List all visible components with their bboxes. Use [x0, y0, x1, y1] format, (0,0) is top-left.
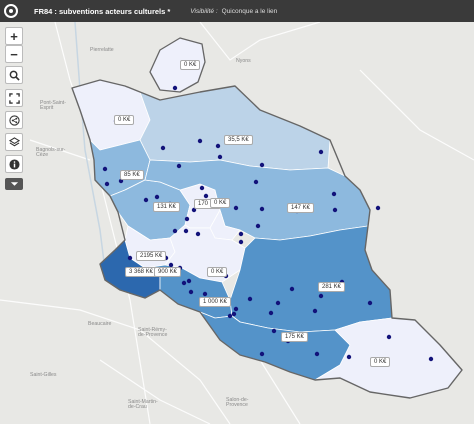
map-point-marker[interactable]	[203, 193, 209, 199]
visibility-label: Visibilité :	[190, 7, 218, 15]
layers-button[interactable]	[5, 133, 23, 151]
map-canvas[interactable]: Pierrelatte Nyons Pont-Saint- Esprit Bag…	[0, 22, 474, 424]
value-label-isle[interactable]: 0 K€	[207, 267, 228, 277]
map-point-marker[interactable]	[233, 205, 239, 211]
map-layer[interactable]	[0, 22, 474, 424]
map-point-marker[interactable]	[271, 328, 277, 334]
place-saint-gilles: Saint-Gilles	[30, 372, 57, 378]
value-label-bollene[interactable]: 85 K€	[120, 170, 144, 180]
place-beaucaire: Beaucaire	[88, 321, 112, 327]
value-label-valreas[interactable]: 0 K€	[180, 60, 201, 70]
map-point-marker[interactable]	[215, 143, 221, 149]
map-point-marker[interactable]	[428, 356, 434, 362]
value-label-avignon-b[interactable]: 900 K€	[154, 267, 182, 277]
fullscreen-icon	[8, 92, 20, 104]
map-point-marker[interactable]	[186, 278, 192, 284]
region-layer[interactable]	[71, 37, 463, 399]
value-label-avignon-a[interactable]: 3 368 K€	[125, 267, 158, 277]
map-point-marker[interactable]	[332, 207, 338, 213]
map-point-marker[interactable]	[233, 306, 239, 312]
value-label-cavaillon[interactable]: 1 000 K€	[199, 297, 232, 307]
map-point-marker[interactable]	[199, 185, 205, 191]
map-point-marker[interactable]	[188, 289, 194, 295]
place-pont-saint-esprit: Pont-Saint- Esprit	[40, 100, 66, 112]
visibility-value[interactable]: Quiconque a le lien	[222, 8, 278, 15]
chevron-down-icon	[10, 182, 18, 186]
map-point-marker[interactable]	[227, 313, 233, 319]
zoom-in-button[interactable]: +	[5, 27, 23, 45]
value-label-pertuis-e[interactable]: 0 K€	[370, 357, 391, 367]
map-point-marker[interactable]	[238, 231, 244, 237]
map-point-marker[interactable]	[231, 311, 237, 317]
top-bar: FR84 : subventions acteurs culturels * V…	[0, 0, 474, 22]
map-point-marker[interactable]	[275, 300, 281, 306]
value-label-mormoiron[interactable]: 147 K€	[287, 203, 315, 213]
map-point-marker[interactable]	[184, 216, 190, 222]
map-point-marker[interactable]	[367, 300, 373, 306]
legend-toggle-button[interactable]	[5, 178, 23, 190]
map-point-marker[interactable]	[238, 239, 244, 245]
map-point-marker[interactable]	[195, 231, 201, 237]
value-label-orange[interactable]: 131 K€	[153, 202, 181, 212]
map-point-marker[interactable]	[217, 154, 223, 160]
map-point-marker[interactable]	[255, 223, 261, 229]
value-label-sorgues[interactable]: 2195 K€	[136, 251, 167, 261]
share-button[interactable]	[5, 111, 23, 129]
place-nyons: Nyons	[236, 58, 251, 64]
value-label-vaison[interactable]: 35,5 K€	[224, 135, 253, 145]
value-label-apt[interactable]: 281 K€	[318, 282, 346, 292]
map-point-marker[interactable]	[289, 286, 295, 292]
info-button[interactable]	[5, 155, 23, 173]
map-point-marker[interactable]	[160, 145, 166, 151]
place-saint-martin: Saint-Martin- de-Crau	[128, 399, 158, 411]
app-logo-icon[interactable]	[0, 0, 22, 22]
map-point-marker[interactable]	[312, 308, 318, 314]
value-label-carpentras-e[interactable]: 0 K€	[210, 198, 231, 208]
map-point-marker[interactable]	[259, 206, 265, 212]
region-apt	[229, 225, 393, 333]
map-point-marker[interactable]	[346, 354, 352, 360]
map-point-marker[interactable]	[127, 255, 133, 261]
layers-icon	[8, 136, 20, 146]
map-point-marker[interactable]	[314, 351, 320, 357]
map-point-marker[interactable]	[386, 334, 392, 340]
map-point-marker[interactable]	[104, 181, 110, 187]
fullscreen-button[interactable]	[5, 89, 23, 107]
map-point-marker[interactable]	[183, 228, 189, 234]
map-point-marker[interactable]	[143, 197, 149, 203]
map-point-marker[interactable]	[375, 205, 381, 211]
map-point-marker[interactable]	[318, 293, 324, 299]
map-point-marker[interactable]	[331, 191, 337, 197]
share-icon	[8, 114, 20, 126]
map-point-marker[interactable]	[102, 166, 108, 172]
map-point-marker[interactable]	[197, 138, 203, 144]
map-point-marker[interactable]	[176, 163, 182, 169]
place-bagnols: Bagnols-sur- Cèze	[36, 147, 66, 159]
value-label-pertuis-w[interactable]: 175 K€	[281, 332, 309, 342]
map-point-marker[interactable]	[253, 179, 259, 185]
map-point-marker[interactable]	[154, 194, 160, 200]
place-pierrelatte: Pierrelatte	[90, 47, 114, 53]
map-point-marker[interactable]	[259, 162, 265, 168]
search-icon	[9, 70, 20, 81]
map-point-marker[interactable]	[268, 310, 274, 316]
info-icon	[8, 158, 20, 170]
map-app: FR84 : subventions acteurs culturels * V…	[0, 0, 474, 424]
map-point-marker[interactable]	[318, 149, 324, 155]
value-label-bollene-north[interactable]: 0 K€	[114, 115, 135, 125]
map-point-marker[interactable]	[259, 351, 265, 357]
map-point-marker[interactable]	[172, 228, 178, 234]
map-point-marker[interactable]	[247, 296, 253, 302]
place-saint-remy: Saint-Rémy- de-Provence	[138, 327, 168, 339]
map-title: FR84 : subventions acteurs culturels *	[34, 6, 171, 16]
search-button[interactable]	[5, 66, 23, 84]
place-salon: Salon-de- Provence	[226, 397, 249, 409]
map-point-marker[interactable]	[202, 291, 208, 297]
map-point-marker[interactable]	[172, 85, 178, 91]
zoom-out-button[interactable]: −	[5, 45, 23, 63]
map-point-marker[interactable]	[181, 280, 187, 286]
